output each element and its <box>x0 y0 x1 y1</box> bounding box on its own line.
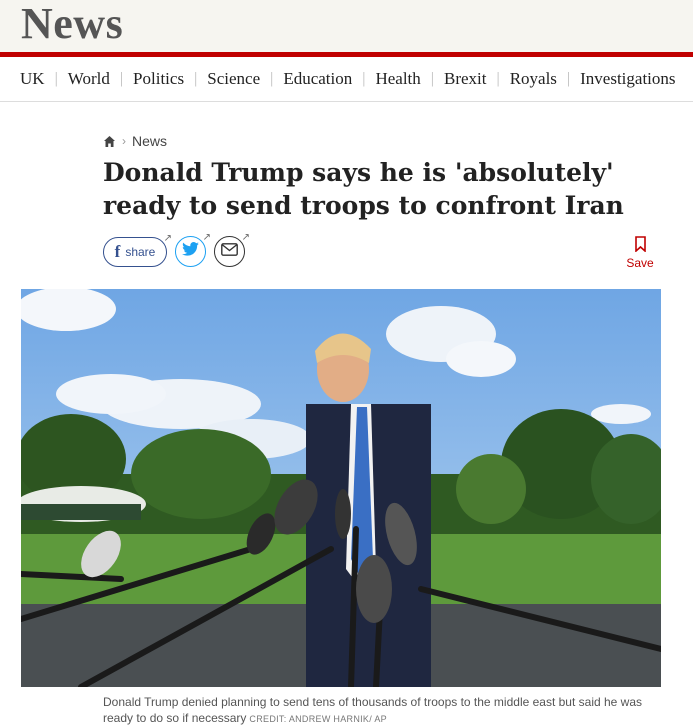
share-buttons: f share ↗ ↗ ↗ <box>103 232 250 267</box>
facebook-icon: f <box>114 241 121 261</box>
nav-item-world[interactable]: World | <box>58 69 123 89</box>
chevron-right-icon: › <box>122 134 126 148</box>
nav-item-uk[interactable]: UK | <box>10 69 58 89</box>
article-headline: Donald Trump says he is 'absolutely' rea… <box>103 158 624 220</box>
save-label: Save <box>626 256 654 270</box>
breadcrumb-section[interactable]: News <box>132 133 167 149</box>
nav-item-politics[interactable]: Politics | <box>123 69 197 89</box>
article-photo <box>21 289 661 687</box>
photo-credit: CREDIT: ANDREW HARNIK/ AP <box>249 714 387 724</box>
nav-item-label[interactable]: Brexit <box>434 69 497 89</box>
nav-item-label[interactable]: Science <box>197 69 270 89</box>
twitter-icon <box>182 242 199 261</box>
nav-item-health[interactable]: Health | <box>365 69 434 89</box>
nav-item-label[interactable]: World <box>58 69 120 89</box>
email-icon <box>221 242 238 261</box>
section-nav: UK | World | Politics | Science | Education |… <box>0 57 693 102</box>
home-icon[interactable] <box>103 135 116 148</box>
nav-item-brexit[interactable]: Brexit | <box>434 69 500 89</box>
nav-item-label[interactable]: Politics <box>123 69 194 89</box>
facebook-share-button[interactable]: f share ↗ <box>103 233 172 267</box>
save-button[interactable]: Save <box>623 236 657 270</box>
nav-item-science[interactable]: Science | <box>197 69 273 89</box>
nav-item-education[interactable]: Education | <box>273 69 365 89</box>
masthead: News <box>0 0 693 52</box>
nav-item-label[interactable]: Health <box>365 69 430 89</box>
breadcrumb: › News <box>103 133 167 149</box>
twitter-share-button[interactable]: ↗ <box>175 232 211 267</box>
share-label: share <box>125 244 156 259</box>
nav-item-label[interactable]: UK <box>10 69 55 89</box>
photo-caption: Donald Trump denied planning to send ten… <box>103 694 663 727</box>
nav-item-label[interactable]: Education <box>273 69 362 89</box>
external-arrow-icon: ↗ <box>163 232 172 244</box>
site-title[interactable]: News <box>21 0 123 48</box>
nav-item-investigations[interactable]: Investigations <box>570 69 685 89</box>
nav-item-royals[interactable]: Royals | <box>500 69 570 89</box>
nav-item-label[interactable]: Investigations <box>570 69 685 89</box>
bookmark-icon <box>634 236 646 252</box>
external-arrow-icon: ↗ <box>202 232 211 243</box>
external-arrow-icon: ↗ <box>241 232 250 243</box>
email-share-button[interactable]: ↗ <box>214 232 250 267</box>
nav-item-label[interactable]: Royals <box>500 69 567 89</box>
